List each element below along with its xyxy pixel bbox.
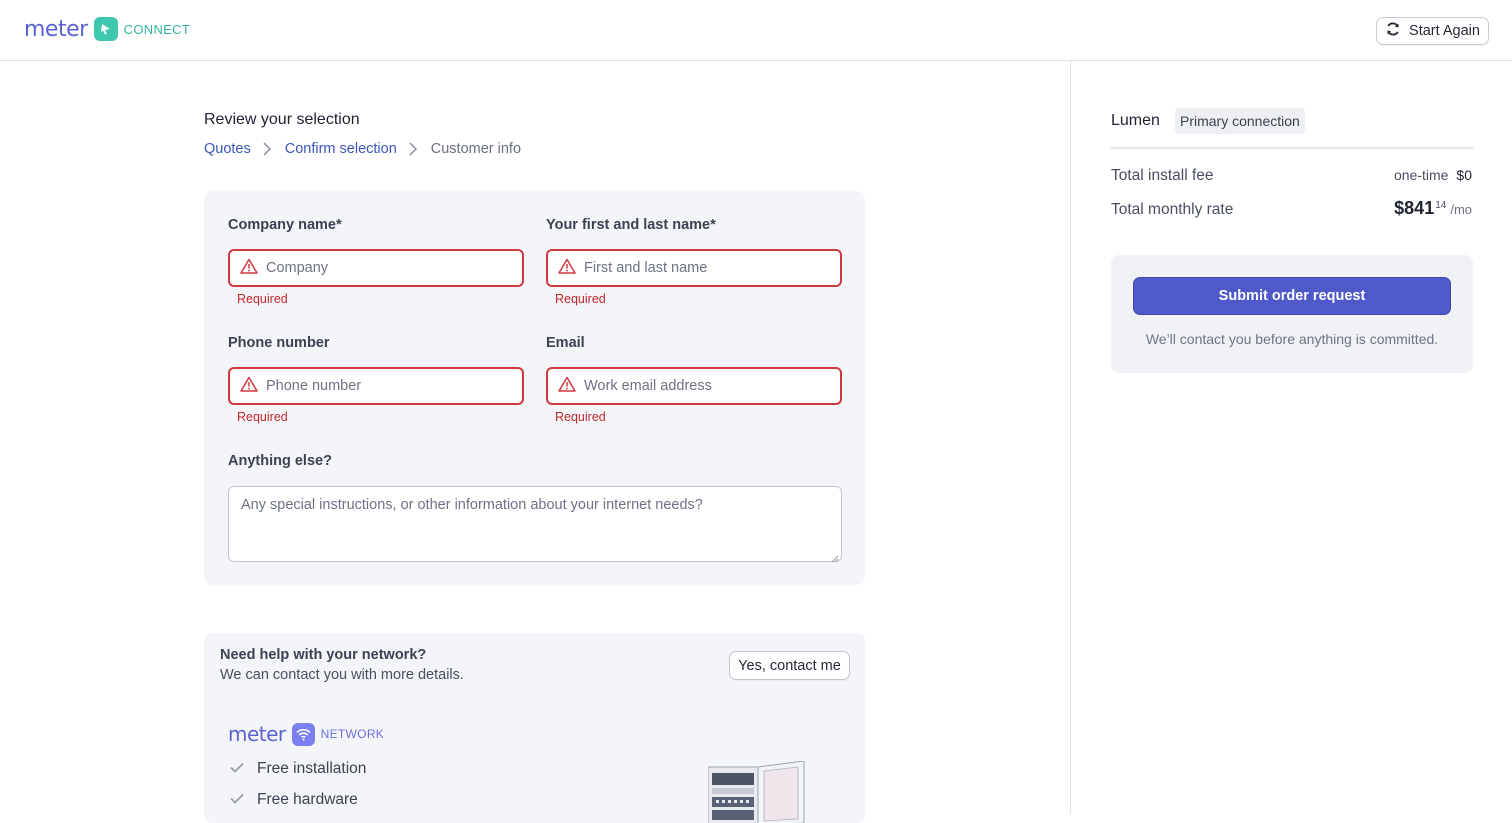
contact-me-button[interactable]: Yes, contact me xyxy=(729,651,850,680)
help-subtitle: We can contact you with more details. xyxy=(220,667,464,683)
resize-handle-icon[interactable] xyxy=(831,551,839,563)
summary-divider xyxy=(1111,147,1473,149)
breadcrumb-quotes[interactable]: Quotes xyxy=(204,141,251,157)
chevron-right-icon xyxy=(263,141,273,157)
network-help-card: Need help with your network? We can cont… xyxy=(204,633,865,823)
help-title: Need help with your network? xyxy=(220,647,427,663)
warning-icon xyxy=(558,258,576,279)
company-error: Required xyxy=(237,292,288,306)
monthly-rate-cents: 14 xyxy=(1435,200,1447,211)
email-placeholder: Work email address xyxy=(584,378,712,394)
phone-error: Required xyxy=(237,410,288,424)
warning-icon xyxy=(558,376,576,397)
meter-network-logo: meter NETWORK xyxy=(228,722,384,746)
meter-connect-logo[interactable]: meter CONNECT xyxy=(24,16,190,42)
order-summary-panel: Lumen Primary connection Total install f… xyxy=(1070,61,1512,814)
chevron-right-icon xyxy=(409,141,419,157)
submit-card: Submit order request We’ll contact you b… xyxy=(1111,255,1473,373)
feature-item: Free hardware xyxy=(230,791,358,809)
top-bar: meter CONNECT Start Again xyxy=(0,0,1512,61)
network-logo-product: NETWORK xyxy=(320,727,385,741)
connect-plug-icon xyxy=(93,17,118,41)
install-fee-value: one-time $0 xyxy=(1394,167,1472,183)
install-fee-label: Total install fee xyxy=(1111,167,1214,184)
monthly-rate-label: Total monthly rate xyxy=(1111,201,1234,218)
breadcrumb: Quotes Confirm selection Customer info xyxy=(204,141,521,157)
start-again-label: Start Again xyxy=(1409,23,1480,39)
monthly-rate-value: $841 14 /mo xyxy=(1394,198,1472,219)
checkmark-icon xyxy=(230,760,244,778)
provider-name: Lumen xyxy=(1111,112,1160,129)
email-input[interactable]: Work email address xyxy=(546,367,842,405)
notes-textarea[interactable]: Any special instructions, or other infor… xyxy=(228,486,842,563)
submit-note: We’ll contact you before anything is com… xyxy=(1145,331,1439,347)
company-placeholder: Company xyxy=(266,260,329,276)
connection-type-badge: Primary connection xyxy=(1175,108,1305,134)
breadcrumb-confirm-selection[interactable]: Confirm selection xyxy=(285,141,397,157)
submit-order-button[interactable]: Submit order request xyxy=(1133,277,1451,315)
checkmark-icon xyxy=(230,791,244,809)
phone-placeholder: Phone number xyxy=(266,378,362,394)
monthly-rate-unit: /mo xyxy=(1450,202,1472,217)
company-label: Company name* xyxy=(228,217,342,233)
name-error: Required xyxy=(555,292,606,306)
feature-item: Free installation xyxy=(230,760,366,778)
wifi-icon xyxy=(291,722,315,746)
start-again-button[interactable]: Start Again xyxy=(1376,17,1489,45)
phone-input[interactable]: Phone number xyxy=(228,367,524,405)
warning-icon xyxy=(240,258,258,279)
page-title: Review your selection xyxy=(204,111,360,128)
monthly-rate-dollars: $841 xyxy=(1394,198,1435,218)
feature-label: Free hardware xyxy=(257,791,358,808)
name-placeholder: First and last name xyxy=(584,260,708,276)
phone-label: Phone number xyxy=(228,335,330,351)
company-input[interactable]: Company xyxy=(228,249,524,287)
logo-product-name: CONNECT xyxy=(123,21,191,37)
install-fee-amount: $0 xyxy=(1456,167,1472,183)
breadcrumb-customer-info: Customer info xyxy=(430,141,522,157)
notes-placeholder: Any special instructions, or other infor… xyxy=(241,497,703,513)
refresh-icon xyxy=(1385,21,1401,41)
name-input[interactable]: First and last name xyxy=(546,249,842,287)
email-label: Email xyxy=(546,335,585,351)
customer-info-form: Company name* Company Required Your firs… xyxy=(204,191,865,585)
install-fee-qualifier: one-time xyxy=(1393,167,1449,183)
warning-icon xyxy=(240,376,258,397)
email-error: Required xyxy=(555,410,606,424)
feature-label: Free installation xyxy=(257,760,367,777)
network-logo-wordmark: meter xyxy=(228,722,286,746)
logo-wordmark: meter xyxy=(24,16,88,42)
name-label: Your first and last name* xyxy=(546,217,716,233)
notes-label: Anything else? xyxy=(228,453,332,469)
